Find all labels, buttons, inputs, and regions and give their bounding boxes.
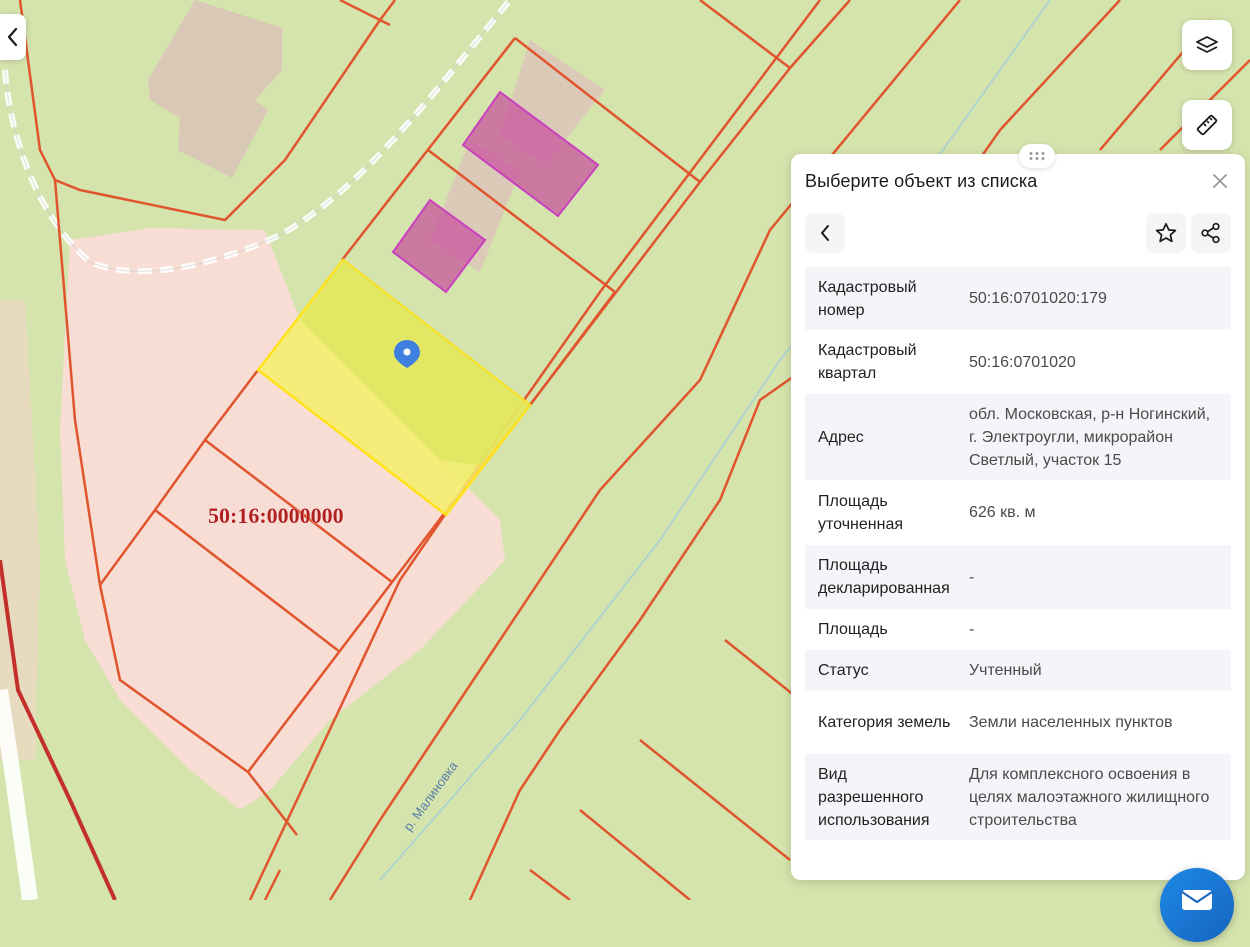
cadastral-block-label: 50:16:0000000 (208, 503, 344, 528)
attribute-row: Категория земель Земли населенных пунктов (818, 714, 1173, 731)
layers-icon (1196, 36, 1218, 53)
favorite-button[interactable] (1146, 213, 1186, 253)
star-icon (1155, 222, 1177, 243)
attribute-row: Площадь уточненная 626 кв. м (818, 492, 1036, 533)
layers-button[interactable] (1182, 20, 1232, 70)
attribute-row: Площадь декларированная - (805, 545, 1231, 609)
close-button[interactable] (1209, 170, 1231, 192)
attribute-row: Кадастровый квартал 50:16:0701020 (818, 342, 1076, 382)
attribute-row: Вид разрешенного использования Для компле… (805, 754, 1231, 840)
attribute-table: Кадастровый номер 50:16:0701020:179 Кадас… (805, 267, 1231, 840)
chat-button[interactable] (1160, 868, 1234, 942)
panel-back-button[interactable] (805, 213, 845, 253)
object-info-panel: Выберите объект из списка Кадастровый но… (791, 144, 1245, 880)
chevron-left-icon (821, 225, 829, 241)
grip-dots-icon (1029, 152, 1045, 160)
share-button[interactable] (1191, 213, 1231, 253)
attribute-row: Кадастровый номер 50:16:0701020:179 (805, 267, 1231, 330)
drag-handle[interactable] (1019, 144, 1055, 168)
chevron-left-icon (7, 27, 18, 47)
panel-title: Выберите объект из списка (805, 171, 1038, 191)
ruler-button[interactable] (1182, 100, 1232, 150)
close-icon (1213, 174, 1227, 188)
attribute-row: Площадь - (818, 621, 975, 638)
share-icon (1201, 222, 1220, 244)
attribute-row: Статус Учтенный (805, 650, 1231, 691)
ruler-icon (1196, 114, 1218, 136)
mail-icon (1181, 890, 1213, 910)
attribute-row: Адрес обл. Московская, р-н Ногинский, г. … (805, 394, 1231, 480)
back-button[interactable] (0, 14, 26, 60)
